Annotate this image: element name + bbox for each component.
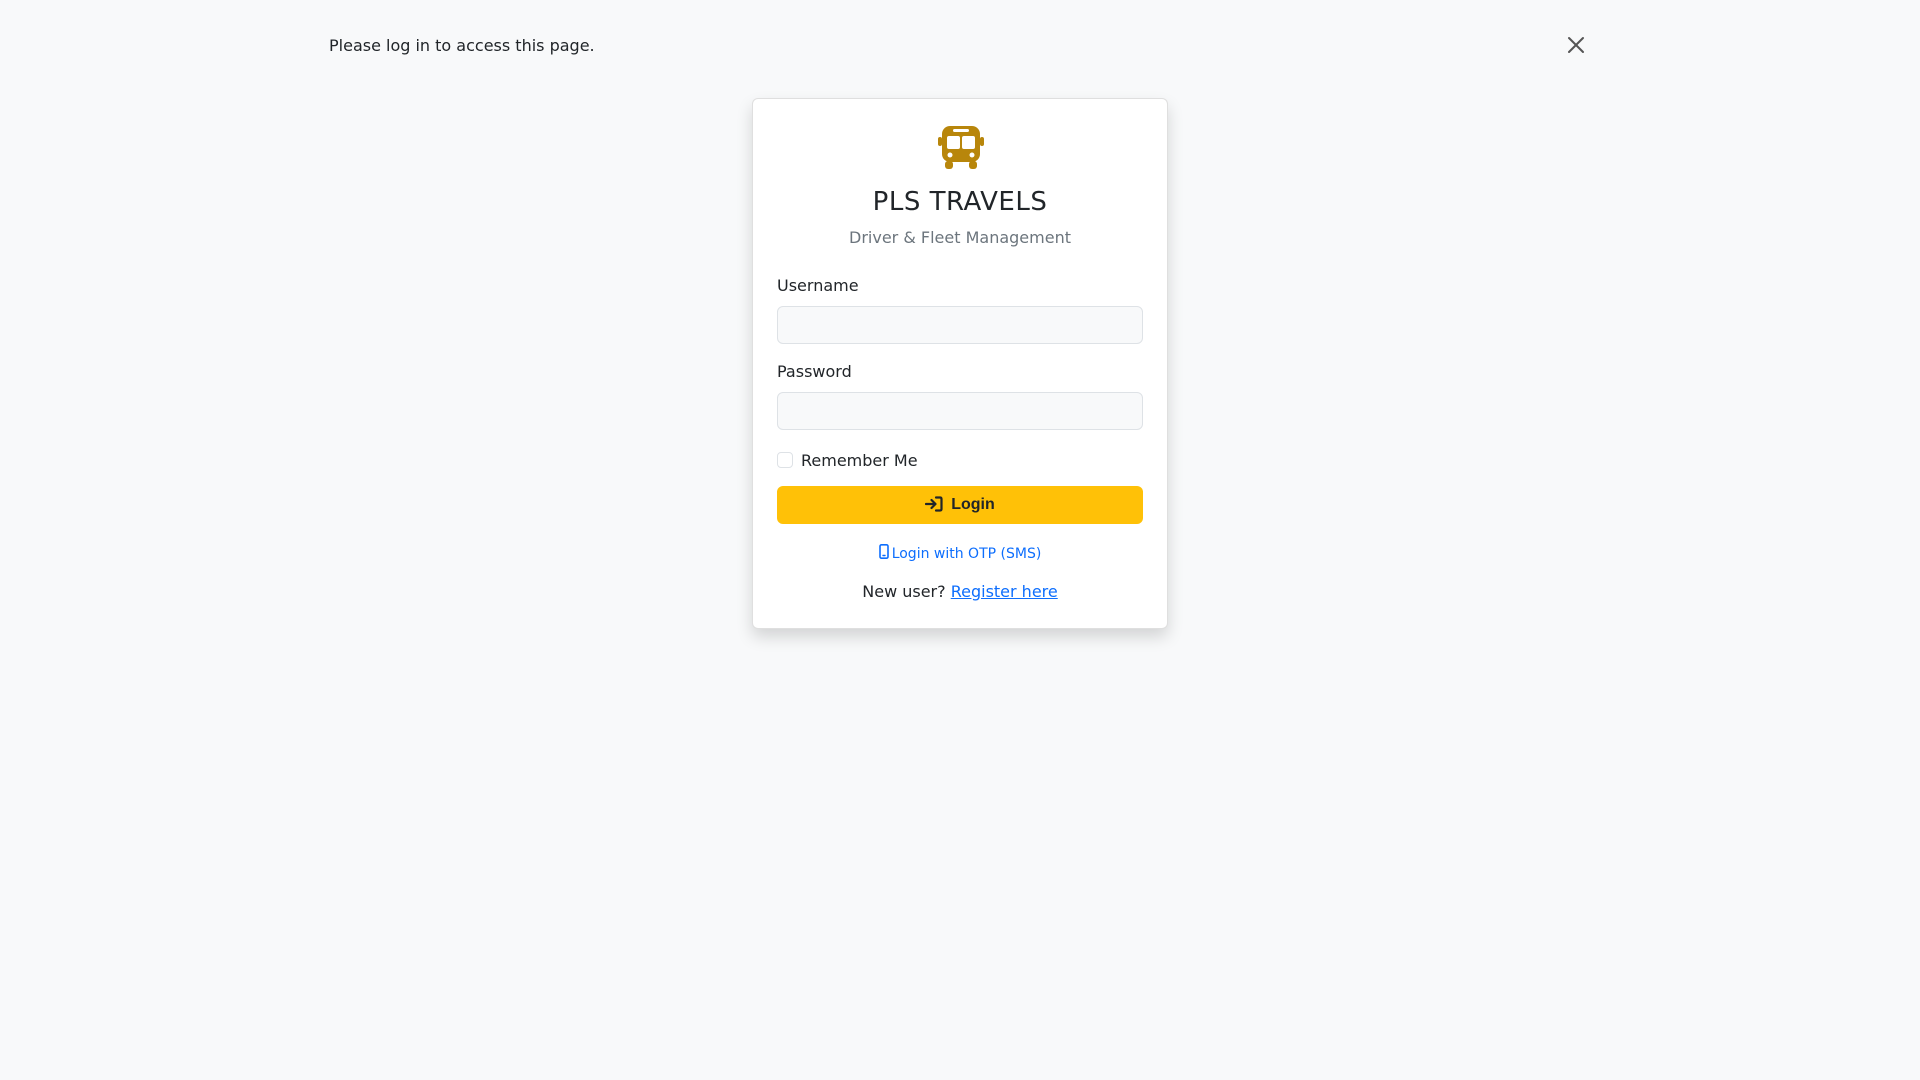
username-input[interactable] xyxy=(777,306,1143,344)
brand-subtitle: Driver & Fleet Management xyxy=(849,228,1071,247)
login-button-label: Login xyxy=(951,496,995,513)
close-icon[interactable] xyxy=(1564,33,1588,57)
remember-me-label[interactable]: Remember Me xyxy=(801,451,918,470)
mobile-phone-icon xyxy=(878,544,889,563)
login-required-alert: Please log in to access this page. xyxy=(310,24,1610,66)
password-label: Password xyxy=(777,362,852,381)
remember-me-checkbox[interactable] xyxy=(777,452,793,468)
register-row: New user? Register here xyxy=(753,582,1167,601)
remember-me-row: Remember Me xyxy=(777,450,918,470)
login-button[interactable]: Login xyxy=(777,486,1143,524)
otp-link-label: Login with OTP (SMS) xyxy=(891,545,1042,562)
username-label: Username xyxy=(777,276,859,295)
brand-title: PLS TRAVELS xyxy=(872,187,1048,217)
register-prompt: New user? xyxy=(862,582,946,601)
alert-message: Please log in to access this page. xyxy=(329,36,595,55)
login-card: PLS TRAVELS Driver & Fleet Management Us… xyxy=(752,98,1168,629)
bus-icon xyxy=(936,122,986,172)
register-link[interactable]: Register here xyxy=(951,582,1058,601)
password-input[interactable] xyxy=(777,392,1143,430)
sign-in-icon xyxy=(925,495,943,515)
otp-login-link[interactable]: Login with OTP (SMS) xyxy=(753,544,1167,563)
